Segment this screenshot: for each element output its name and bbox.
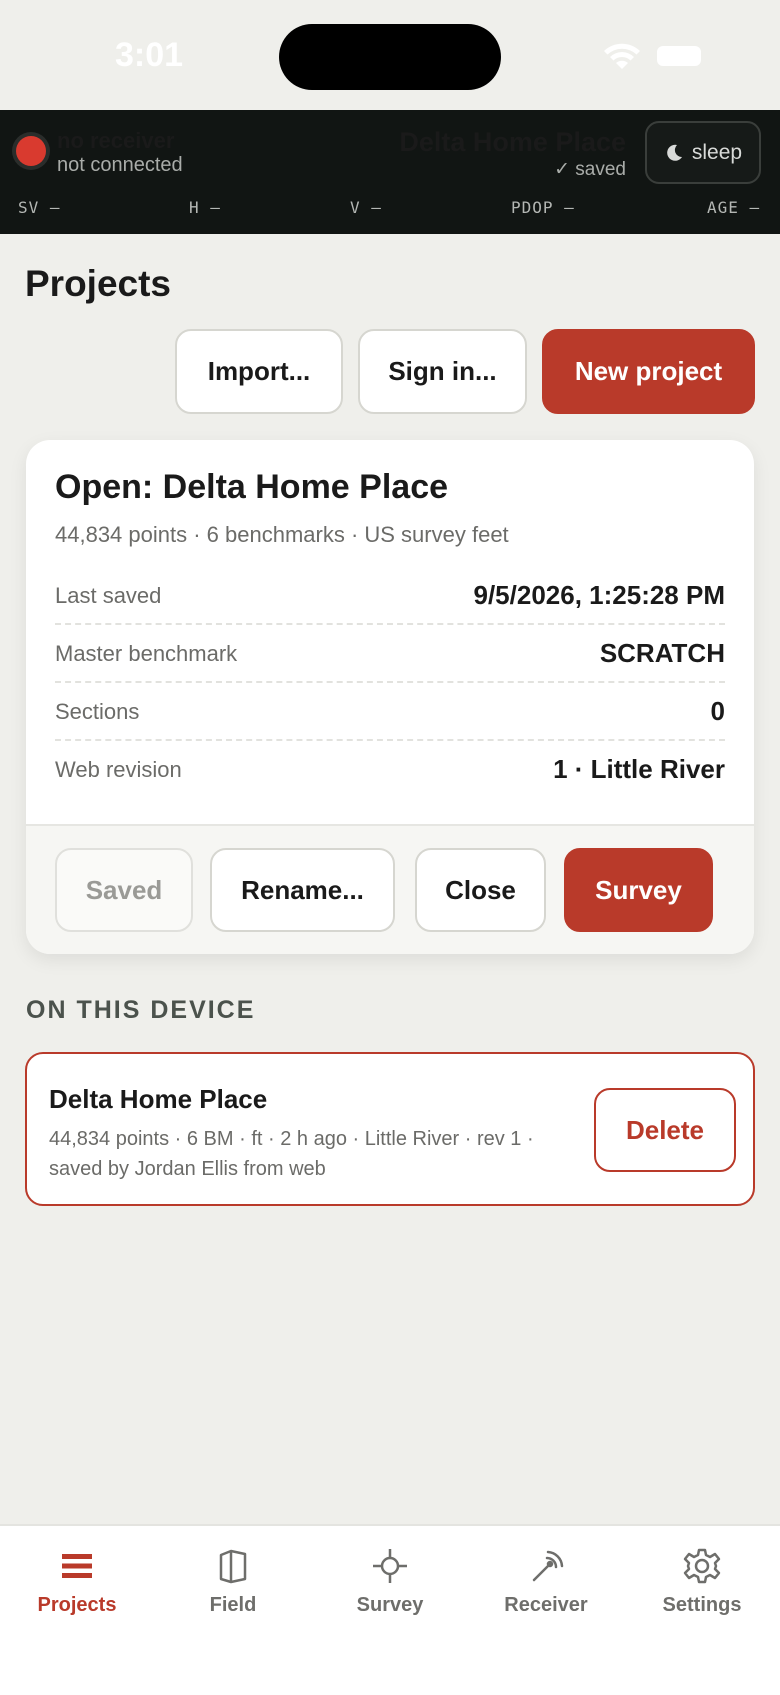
row-value: SCRATCH bbox=[599, 638, 725, 668]
gear-icon bbox=[683, 1548, 721, 1584]
status-time: 3:01 bbox=[115, 36, 184, 74]
saved-button[interactable]: Saved bbox=[55, 848, 193, 932]
sleep-label: sleep bbox=[691, 140, 743, 164]
header-save-status: ✓ saved bbox=[554, 159, 626, 180]
metric-pdop: PDOP — bbox=[511, 198, 575, 217]
moon-icon bbox=[667, 144, 682, 161]
tab-field[interactable]: Field bbox=[168, 1546, 298, 1617]
row-sections: Sections 0 bbox=[55, 683, 725, 741]
open-project-summary: 44,834 points · 6 benchmarks · US survey… bbox=[55, 522, 509, 547]
device-project-item[interactable]: Delta Home Place 44,834 points · 6 BM · … bbox=[25, 1052, 755, 1206]
dynamic-island bbox=[279, 24, 501, 90]
open-project-card: Open: Delta Home Place 44,834 points · 6… bbox=[26, 440, 754, 954]
survey-button[interactable]: Survey bbox=[564, 848, 713, 932]
tab-label: Projects bbox=[37, 1594, 117, 1616]
row-web-revision: Web revision 1 · Little River bbox=[55, 741, 725, 799]
tab-label: Receiver bbox=[504, 1594, 588, 1616]
new-project-button[interactable]: New project bbox=[542, 329, 755, 414]
wifi-icon bbox=[604, 43, 640, 69]
rename-button[interactable]: Rename... bbox=[210, 848, 395, 932]
receiver-status-dot bbox=[16, 136, 46, 166]
sleep-button[interactable]: sleep bbox=[645, 121, 761, 184]
tab-label: Settings bbox=[662, 1594, 742, 1616]
metric-h: H — bbox=[189, 198, 221, 217]
receiver-name[interactable]: no receiver bbox=[57, 128, 174, 154]
receiver-metrics: SV — H — V — PDOP — AGE — bbox=[0, 198, 780, 222]
page-title: Projects bbox=[25, 263, 172, 304]
row-key: Last saved bbox=[55, 583, 162, 608]
list-icon bbox=[62, 1554, 92, 1578]
metric-sv: SV — bbox=[18, 198, 61, 217]
tab-receiver[interactable]: Receiver bbox=[481, 1546, 611, 1617]
sign-in-button[interactable]: Sign in... bbox=[358, 329, 527, 414]
row-key: Master benchmark bbox=[55, 641, 238, 666]
device-project-title: Delta Home Place bbox=[49, 1084, 268, 1114]
header-project-name: Delta Home Place bbox=[399, 127, 626, 157]
tab-survey[interactable]: Survey bbox=[325, 1546, 455, 1617]
row-key: Sections bbox=[55, 699, 140, 724]
row-value: 1 · Little River bbox=[553, 754, 725, 784]
row-key: Web revision bbox=[55, 757, 182, 782]
metric-age: AGE — bbox=[707, 198, 761, 217]
map-book-icon bbox=[219, 1549, 247, 1584]
row-value: 9/5/2026, 1:25:28 PM bbox=[473, 580, 726, 610]
tab-settings[interactable]: Settings bbox=[637, 1546, 767, 1617]
import-button[interactable]: Import... bbox=[175, 329, 343, 414]
receiver-status: not connected bbox=[57, 154, 183, 176]
metric-v: V — bbox=[350, 198, 382, 217]
device-project-meta: 44,834 points · 6 BM · ft · 2 h ago · Li… bbox=[49, 1128, 534, 1180]
open-project-title: Open: Delta Home Place bbox=[55, 468, 449, 506]
battery-icon bbox=[657, 46, 701, 66]
row-last-saved: Last saved 9/5/2026, 1:25:28 PM bbox=[55, 567, 725, 625]
tab-projects[interactable]: Projects bbox=[12, 1546, 142, 1617]
status-bar: 3:01 bbox=[0, 0, 780, 110]
antenna-icon bbox=[532, 1550, 564, 1582]
tab-label: Survey bbox=[356, 1594, 424, 1616]
row-value: 0 bbox=[710, 696, 725, 726]
tab-label: Field bbox=[209, 1594, 257, 1616]
crosshair-icon bbox=[373, 1549, 407, 1583]
delete-button[interactable]: Delete bbox=[594, 1088, 736, 1172]
row-master-benchmark: Master benchmark SCRATCH bbox=[55, 625, 725, 683]
section-heading: ON THIS DEVICE bbox=[26, 996, 256, 1024]
open-project-actions: Saved Rename... Close Survey bbox=[26, 824, 754, 954]
tab-bar: Projects Field Survey Receiver Settings bbox=[0, 1524, 780, 1695]
close-button[interactable]: Close bbox=[415, 848, 546, 932]
